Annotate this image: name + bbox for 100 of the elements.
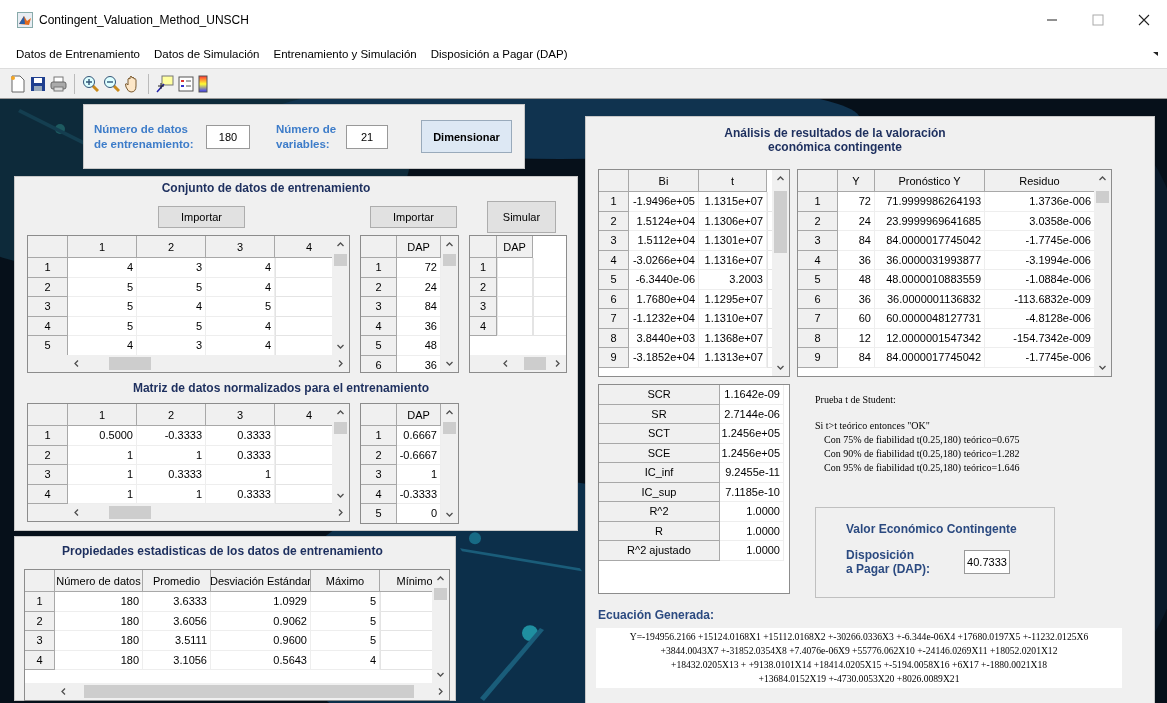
input-field[interactable]: 180 — [206, 124, 250, 149]
column-header[interactable]: 3 — [206, 404, 275, 426]
column-header[interactable]: Número de datos — [55, 570, 143, 592]
row-header[interactable]: R^2 ajustado — [599, 541, 720, 561]
table-cell: 1.1368e+07 — [699, 328, 767, 348]
simulate-button[interactable]: Simular — [487, 201, 556, 233]
row-header[interactable]: 4 — [599, 250, 629, 270]
table-cell: 23.9999969641685 — [875, 211, 985, 231]
column-header[interactable]: Desviación Estándar — [211, 570, 311, 592]
table-cell: 5 — [137, 277, 206, 297]
column-header[interactable]: Pronóstico Y — [875, 170, 985, 192]
row-header[interactable]: 1 — [470, 258, 497, 278]
column-header[interactable]: 4 — [275, 404, 332, 426]
menu-item[interactable]: Disposición a Pagar (DAP) — [430, 48, 568, 60]
row-header[interactable]: 5 — [361, 504, 397, 523]
row-header[interactable]: IC_inf — [599, 463, 720, 483]
row-header[interactable]: IC_sup — [599, 482, 720, 502]
row-header[interactable]: R — [599, 521, 720, 541]
import-button[interactable]: Importar — [158, 206, 245, 228]
table-cell: 3.1056 — [143, 650, 211, 670]
row-header[interactable]: 3 — [470, 297, 497, 317]
table-cell: 3.5111 — [143, 631, 211, 651]
row-header[interactable]: 1 — [361, 258, 397, 278]
column-header[interactable]: 1 — [68, 404, 137, 426]
table-cell: 84 — [838, 231, 875, 251]
row-header[interactable]: 5 — [28, 336, 68, 355]
row-header[interactable]: SCE — [599, 443, 720, 463]
row-header[interactable]: 4 — [798, 250, 838, 270]
column-header[interactable]: DAP — [497, 236, 533, 258]
row-header[interactable]: 5 — [599, 270, 629, 290]
row-header[interactable]: 2 — [361, 277, 397, 297]
menu-item[interactable]: Entrenamiento y Simulación — [273, 48, 417, 60]
row-header[interactable]: 4 — [25, 650, 55, 670]
row-header[interactable]: 3 — [361, 297, 397, 317]
table-cell: 5 — [311, 592, 380, 612]
row-header[interactable]: 4 — [361, 316, 397, 336]
table-cell: 72 — [397, 258, 441, 278]
column-header[interactable]: t — [699, 170, 767, 192]
table-cell: 3.6056 — [143, 611, 211, 631]
table-cell: 1.5112e+04 — [629, 231, 699, 251]
row-header[interactable]: R^2 — [599, 502, 720, 522]
row-header[interactable]: 2 — [25, 611, 55, 631]
row-header[interactable]: 1 — [361, 426, 397, 446]
column-header[interactable]: 2 — [137, 236, 206, 258]
row-header[interactable]: 3 — [599, 231, 629, 251]
row-header[interactable]: 3 — [25, 631, 55, 651]
row-header[interactable]: 6 — [798, 289, 838, 309]
row-header[interactable]: 1 — [28, 426, 68, 446]
row-header[interactable]: 5 — [798, 270, 838, 290]
column-header[interactable]: Y — [838, 170, 875, 192]
row-header[interactable]: 3 — [28, 297, 68, 317]
column-header[interactable]: 3 — [206, 236, 275, 258]
row-header[interactable]: SCT — [599, 424, 720, 444]
column-header[interactable]: Residuo — [985, 170, 1094, 192]
row-header[interactable]: 4 — [28, 484, 68, 504]
input-field[interactable]: 21 — [346, 124, 388, 149]
column-header[interactable]: DAP — [397, 236, 441, 258]
menu-item[interactable]: Datos de Entrenamiento — [16, 48, 141, 60]
row-header[interactable]: 4 — [28, 316, 68, 336]
row-header[interactable]: 7 — [599, 309, 629, 329]
column-header[interactable]: 4 — [275, 236, 332, 258]
row-header[interactable]: 2 — [599, 211, 629, 231]
row-header[interactable]: 2 — [28, 445, 68, 465]
column-header[interactable]: Promedio — [143, 570, 211, 592]
row-header[interactable]: SCR — [599, 385, 720, 405]
row-header[interactable]: 4 — [361, 484, 397, 504]
column-header[interactable]: Máximo — [311, 570, 380, 592]
column-header[interactable]: 2 — [137, 404, 206, 426]
table-cell: 3.6333 — [143, 592, 211, 612]
test-line: Con 95% de fiabilidad t(0.25,180) teórico=1.646 — [823, 461, 1021, 475]
input-field[interactable]: 40.7333 — [964, 550, 1010, 574]
field-label: Disposición a Pagar (DAP): — [846, 548, 932, 576]
row-header[interactable]: 2 — [28, 277, 68, 297]
row-header[interactable]: 6 — [599, 289, 629, 309]
row-header[interactable]: 1 — [25, 592, 55, 612]
row-header[interactable]: 3 — [798, 231, 838, 251]
row-header[interactable]: 3 — [28, 465, 68, 485]
row-header[interactable]: 1 — [798, 192, 838, 212]
column-header[interactable]: 1 — [68, 236, 137, 258]
import-button[interactable]: Importar — [370, 206, 457, 228]
row-header[interactable]: 1 — [599, 192, 629, 212]
row-header[interactable]: 7 — [798, 309, 838, 329]
column-header[interactable]: DAP — [397, 404, 441, 426]
menu-item[interactable]: Datos de Simulación — [154, 48, 260, 60]
row-header[interactable]: 9 — [599, 348, 629, 368]
row-header[interactable]: SR — [599, 404, 720, 424]
row-header[interactable]: 9 — [798, 348, 838, 368]
row-header[interactable]: 8 — [599, 328, 629, 348]
row-header[interactable]: 8 — [798, 328, 838, 348]
row-header[interactable]: 5 — [361, 336, 397, 356]
dimension-button[interactable]: Dimensionar — [421, 120, 512, 153]
table-cell: 4 — [206, 316, 275, 336]
row-header[interactable]: 2 — [361, 445, 397, 465]
table-cell: 84 — [397, 297, 441, 317]
row-header[interactable]: 3 — [361, 465, 397, 485]
row-header[interactable]: 1 — [28, 258, 68, 278]
row-header[interactable]: 2 — [798, 211, 838, 231]
column-header[interactable]: Mínimo — [380, 570, 432, 592]
column-header[interactable]: Bi — [629, 170, 699, 192]
table-cell: 1.1316e+07 — [699, 250, 767, 270]
